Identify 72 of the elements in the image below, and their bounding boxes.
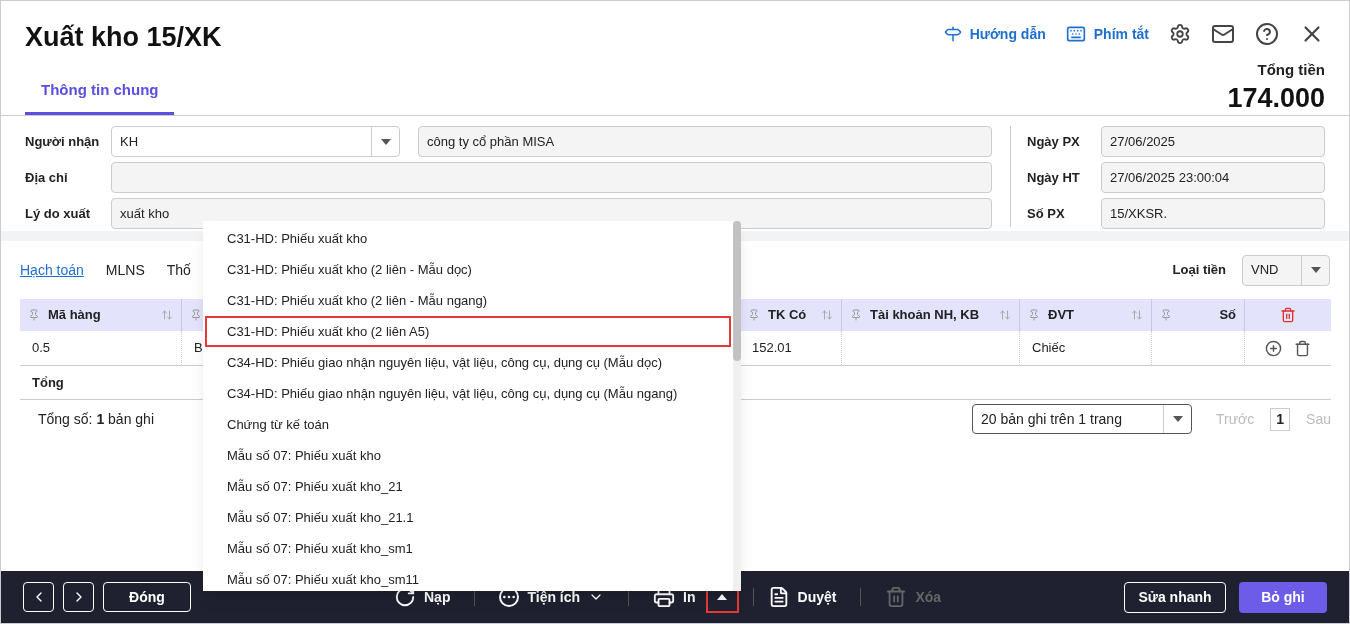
discard-button[interactable]: Bỏ ghi <box>1239 581 1327 613</box>
combo-field[interactable]: KH <box>111 126 400 157</box>
menu-item[interactable]: C31-HD: Phiếu xuất kho (2 liên - Mẫu dọc) <box>205 254 731 285</box>
menu-item[interactable]: Mẫu số 07: Phiếu xuất kho_sm1 <box>205 533 731 564</box>
caret-icon <box>1310 267 1321 273</box>
tab[interactable]: Thông tin chung <box>25 78 175 115</box>
caret-up-icon <box>717 594 728 600</box>
detail-tab[interactable]: Thố <box>166 259 191 281</box>
sort-icon[interactable] <box>1131 309 1143 321</box>
back-button[interactable] <box>23 582 54 612</box>
input-field[interactable]: 27/06/2025 23:00:04 <box>1101 162 1325 193</box>
caret-icon <box>380 138 391 145</box>
total-label: Tổng tiền <box>1257 60 1325 80</box>
mail-icon[interactable] <box>1211 22 1235 46</box>
record-count: Tổng số: 1 bản ghi <box>38 409 154 429</box>
field-label: Ngày PX <box>1027 132 1081 151</box>
menu-item[interactable]: C31-HD: Phiếu xuất kho (2 liên - Mẫu ngang) <box>205 285 731 316</box>
menu-item[interactable]: Chứng từ kế toán <box>205 409 731 440</box>
quick-edit-button[interactable]: Sửa nhanh <box>1124 581 1226 613</box>
column-header[interactable]: Tài khoản NH, KB <box>842 299 1020 331</box>
total-row-label: Tổng <box>32 373 64 392</box>
keyboard-icon <box>1065 24 1086 44</box>
field-label: Lý do xuất <box>25 204 91 223</box>
total-amount: 174.000 <box>1227 81 1325 115</box>
column-header[interactable]: ĐVT <box>1020 299 1152 331</box>
sort-icon[interactable] <box>161 309 173 321</box>
header-link[interactable]: Hướng dẫn <box>943 23 1046 45</box>
menu-item[interactable]: C31-HD: Phiếu xuất kho (2 liên A5) <box>205 316 731 347</box>
pin-icon[interactable] <box>1028 309 1040 321</box>
forward-button[interactable] <box>63 582 94 612</box>
scrollbar-thumb[interactable] <box>733 221 741 361</box>
settings-icon[interactable] <box>1169 23 1191 45</box>
field-label: Địa chỉ <box>25 168 69 187</box>
pin-icon[interactable] <box>748 309 760 321</box>
trash-icon <box>885 586 908 608</box>
menu-item[interactable]: Mẫu số 07: Phiếu xuất kho_21.1 <box>205 502 731 533</box>
pin-icon[interactable] <box>850 309 862 321</box>
detail-tab[interactable]: MLNS <box>105 259 145 281</box>
table-cell: Chiếc <box>1020 331 1152 365</box>
sort-icon[interactable] <box>999 309 1011 321</box>
menu-item[interactable]: C34-HD: Phiếu giao nhận nguyên liệu, vật liệu, công cụ, dụng cụ (Mẫu ngang) <box>205 378 731 409</box>
caret-icon <box>1172 416 1183 422</box>
menu-item[interactable]: Mẫu số 07: Phiếu xuất kho_21 <box>205 471 731 502</box>
currency-label: Loại tiền <box>1172 261 1226 280</box>
input-field[interactable]: 27/06/2025 <box>1101 126 1325 157</box>
add-row-icon[interactable] <box>1264 339 1282 357</box>
header-link[interactable]: Phím tắt <box>1065 23 1149 45</box>
pin-icon[interactable] <box>1160 309 1172 321</box>
field-label: Ngày HT <box>1027 168 1081 187</box>
column-header[interactable]: Số <box>1152 299 1245 331</box>
input-field[interactable]: 15/XKSR. <box>1101 198 1325 229</box>
input-field[interactable]: công ty cổ phần MISA <box>418 126 992 157</box>
pin-icon[interactable] <box>28 309 40 321</box>
delete-all-icon[interactable] <box>1279 307 1296 323</box>
sort-icon[interactable] <box>821 309 833 321</box>
signpost-icon <box>943 25 962 43</box>
approve-button[interactable]: Duyệt <box>767 586 837 608</box>
window-title: Xuất kho 15/XK <box>25 21 222 54</box>
pin-icon[interactable] <box>190 309 202 321</box>
table-cell: 0.5 <box>20 331 182 365</box>
menu-item[interactable]: Mẫu số 07: Phiếu xuất kho <box>205 440 731 471</box>
currency-select[interactable]: VND <box>1242 254 1330 286</box>
page-size-select[interactable]: 20 bản ghi trên 1 trang <box>972 404 1193 434</box>
help-icon[interactable] <box>1255 22 1279 46</box>
detail-tab[interactable]: Hạch toán <box>20 259 84 281</box>
delete-icon[interactable] <box>1293 339 1311 357</box>
page-number[interactable]: 1 <box>1270 407 1291 431</box>
field-label: Người nhận <box>25 132 101 151</box>
input-field[interactable] <box>111 162 992 193</box>
field-label: Số PX <box>1027 204 1066 223</box>
column-header[interactable]: Mã hàng <box>20 299 182 331</box>
close-button[interactable]: Đóng <box>103 582 191 612</box>
